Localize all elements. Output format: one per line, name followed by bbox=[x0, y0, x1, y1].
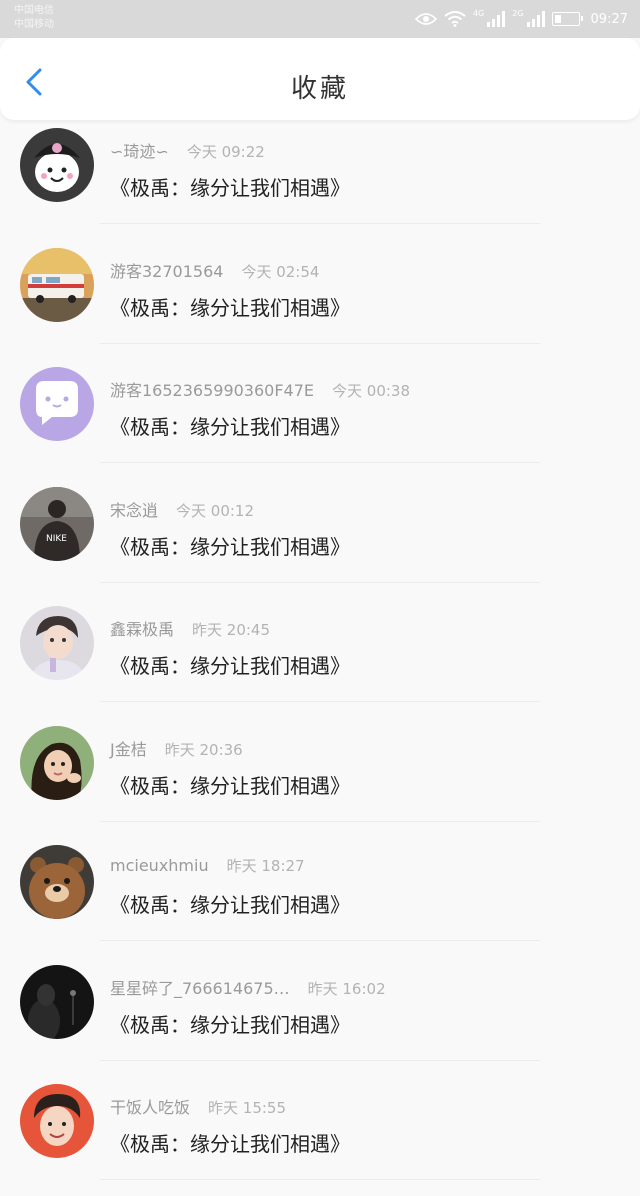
user-name[interactable]: 游客1652365990360F47E bbox=[110, 381, 314, 400]
item-meta: 宋念逍 今天 00:12 bbox=[110, 497, 254, 521]
carrier-1: 中国电信 bbox=[14, 5, 54, 16]
network-label-1: 4G bbox=[472, 9, 485, 18]
person-avatar[interactable]: NIKE bbox=[20, 486, 94, 561]
divider bbox=[100, 223, 540, 224]
item-meta: 鑫霖极禹 昨天 20:45 bbox=[110, 616, 270, 640]
list-item[interactable]: 游客1652365990360F47E 今天 00:38 《极禹：缘分让我们相遇》 bbox=[0, 359, 640, 479]
item-meta: J金桔 昨天 20:36 bbox=[110, 736, 243, 760]
signal-icon bbox=[487, 11, 506, 27]
chat-bubble-avatar[interactable] bbox=[20, 367, 94, 441]
list-item[interactable]: NIKE 宋念逍 今天 00:12 《极禹：缘分让我们相遇》 bbox=[0, 479, 640, 599]
status-icons: 4G 2G 09:27 bbox=[414, 8, 628, 30]
wifi-icon bbox=[444, 11, 466, 27]
list-item[interactable]: 鑫霖极禹 昨天 20:45 《极禹：缘分让我们相遇》 bbox=[0, 598, 640, 718]
user-name[interactable]: mcieuxhmiu bbox=[110, 856, 209, 875]
user-name[interactable]: 干饭人吃饭 bbox=[110, 1098, 190, 1117]
divider bbox=[100, 462, 540, 463]
list-item[interactable]: mcieuxhmiu 昨天 18:27 《极禹：缘分让我们相遇》 bbox=[0, 837, 640, 957]
clock: 09:27 bbox=[590, 11, 628, 27]
item-message[interactable]: 《极禹：缘分让我们相遇》 bbox=[110, 411, 350, 440]
user-name[interactable]: 鑫霖极禹 bbox=[110, 620, 174, 639]
timestamp: 今天 09:22 bbox=[186, 143, 265, 161]
divider bbox=[100, 701, 540, 702]
battery-level bbox=[554, 15, 561, 23]
list-item[interactable]: 游客32701564 今天 02:54 《极禹：缘分让我们相遇》 bbox=[0, 240, 640, 360]
carrier-info: 中国电信 中国移动 bbox=[14, 4, 54, 32]
favorites-list: ∽琦迹∽ 今天 09:22 《极禹：缘分让我们相遇》 游客32701564 今天 02:… bbox=[0, 120, 640, 1196]
list-item[interactable]: ∽琦迹∽ 今天 09:22 《极禹：缘分让我们相遇》 bbox=[0, 120, 640, 240]
divider bbox=[100, 940, 540, 941]
dark-avatar[interactable] bbox=[20, 964, 94, 1039]
signal-icon-2 bbox=[526, 11, 545, 27]
timestamp: 昨天 18:27 bbox=[226, 857, 305, 875]
item-message[interactable]: 《极禹：缘分让我们相遇》 bbox=[110, 1128, 350, 1157]
item-message[interactable]: 《极禹：缘分让我们相遇》 bbox=[110, 1009, 350, 1038]
status-bar: 中国电信 中国移动 4G 2G 09:27 bbox=[0, 0, 640, 38]
timestamp: 昨天 20:36 bbox=[164, 740, 243, 759]
item-message[interactable]: 《极禹：缘分让我们相遇》 bbox=[110, 531, 350, 560]
item-meta: 游客32701564 今天 02:54 bbox=[110, 258, 319, 282]
carrier-2: 中国移动 bbox=[14, 19, 54, 30]
item-message[interactable]: 《极禹：缘分让我们相遇》 bbox=[110, 650, 350, 679]
item-message[interactable]: 《极禹：缘分让我们相遇》 bbox=[110, 292, 350, 321]
battery-icon bbox=[551, 12, 583, 26]
bear-avatar[interactable] bbox=[20, 845, 94, 919]
user-name[interactable]: ∽琦迹∽ bbox=[110, 142, 169, 161]
page-title: 收藏 bbox=[290, 74, 349, 104]
divider bbox=[100, 581, 540, 583]
network-label-2: 2G bbox=[512, 9, 524, 18]
timestamp: 今天 00:38 bbox=[332, 382, 411, 400]
van-avatar[interactable] bbox=[20, 247, 94, 322]
item-message[interactable]: 《极禹：缘分让我们相遇》 bbox=[110, 889, 350, 918]
timestamp: 昨天 20:45 bbox=[192, 621, 271, 639]
list-item[interactable]: 干饭人吃饭 昨天 15:55 《极禹：缘分让我们相遇》 bbox=[0, 1076, 640, 1196]
item-meta: 星星碎了_766614675… 昨天 16:02 bbox=[110, 975, 386, 999]
divider bbox=[100, 1179, 540, 1180]
divider bbox=[100, 342, 540, 344]
list-item[interactable]: 星星碎了_766614675… 昨天 16:02 《极禹：缘分让我们相遇》 bbox=[0, 957, 640, 1077]
user-name[interactable]: 星星碎了_766614675… bbox=[110, 979, 290, 998]
user-name[interactable]: 宋念逍 bbox=[110, 501, 158, 520]
smile-boy-avatar[interactable] bbox=[20, 1084, 94, 1158]
list-item[interactable]: J金桔 昨天 20:36 《极禹：缘分让我们相遇》 bbox=[0, 718, 640, 838]
timestamp: 昨天 16:02 bbox=[307, 979, 386, 998]
item-message[interactable]: 《极禹：缘分让我们相遇》 bbox=[110, 770, 350, 799]
divider bbox=[100, 820, 540, 822]
timestamp: 今天 00:12 bbox=[176, 501, 255, 520]
boy-avatar[interactable] bbox=[20, 606, 94, 680]
svg-text:NIKE: NIKE bbox=[46, 534, 67, 544]
kuromi-avatar[interactable] bbox=[20, 128, 94, 202]
item-meta: 游客1652365990360F47E 今天 00:38 bbox=[110, 377, 410, 401]
item-meta: 干饭人吃饭 昨天 15:55 bbox=[110, 1094, 286, 1118]
item-message[interactable]: 《极禹：缘分让我们相遇》 bbox=[110, 172, 350, 201]
navigation-bar: 收藏 bbox=[0, 38, 640, 120]
user-name[interactable]: J金桔 bbox=[110, 740, 147, 759]
timestamp: 今天 02:54 bbox=[241, 262, 320, 281]
user-name[interactable]: 游客32701564 bbox=[110, 262, 223, 281]
item-meta: mcieuxhmiu 昨天 18:27 bbox=[110, 855, 305, 876]
girl-avatar[interactable] bbox=[20, 725, 94, 800]
divider bbox=[100, 1059, 540, 1061]
eye-icon bbox=[414, 12, 437, 26]
timestamp: 昨天 15:55 bbox=[208, 1099, 287, 1117]
item-meta: ∽琦迹∽ 今天 09:22 bbox=[110, 138, 265, 162]
